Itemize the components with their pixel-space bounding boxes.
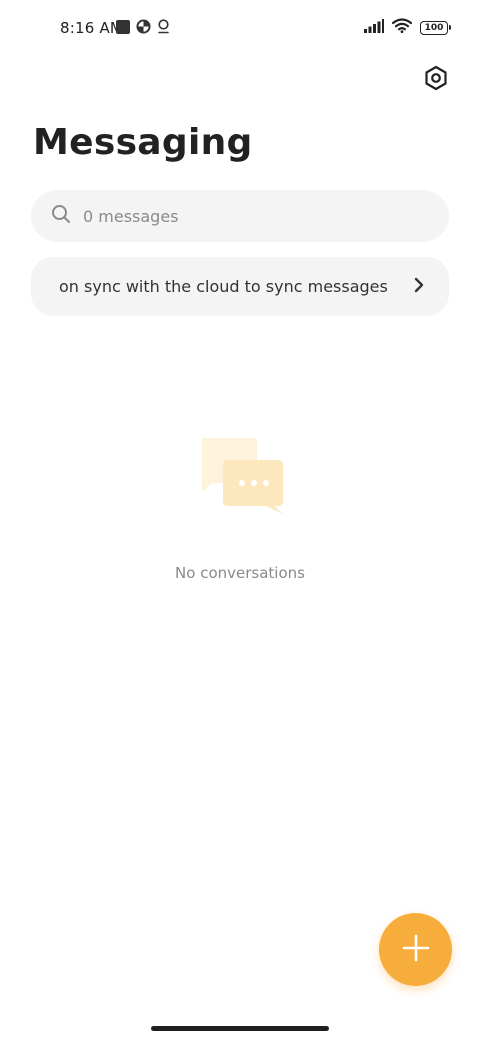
cloud-sync-banner[interactable]: on sync with the cloud to sync messages (31, 257, 449, 316)
notification-square-icon (116, 19, 130, 38)
data-saver-icon (136, 19, 151, 38)
settings-button[interactable] (420, 64, 452, 96)
page-title: Messaging (33, 122, 253, 163)
signal-icon (364, 18, 384, 37)
status-icons-left (116, 19, 170, 38)
battery-icon: 100 (420, 20, 451, 35)
new-conversation-button[interactable] (379, 913, 452, 986)
search-input[interactable]: 0 messages (83, 207, 179, 226)
chevron-right-icon (413, 276, 425, 298)
search-bar[interactable]: 0 messages (31, 190, 449, 242)
sync-banner-text: on sync with the cloud to sync messages (59, 277, 388, 296)
gear-icon (423, 65, 449, 95)
status-icons-right: 100 (364, 18, 451, 37)
wifi-icon (391, 18, 413, 37)
status-time: 8:16 AM (60, 19, 124, 37)
messaging-screen: 8:16 AM 100 Messaging 0 messages on sync… (0, 0, 480, 1040)
chat-bubbles-icon (194, 434, 286, 518)
plus-icon (402, 934, 430, 966)
empty-state-text: No conversations (175, 564, 305, 582)
status-bar: 8:16 AM 100 (0, 0, 480, 56)
home-indicator[interactable] (151, 1026, 329, 1031)
location-pin-icon (157, 19, 170, 38)
search-icon (51, 204, 71, 228)
